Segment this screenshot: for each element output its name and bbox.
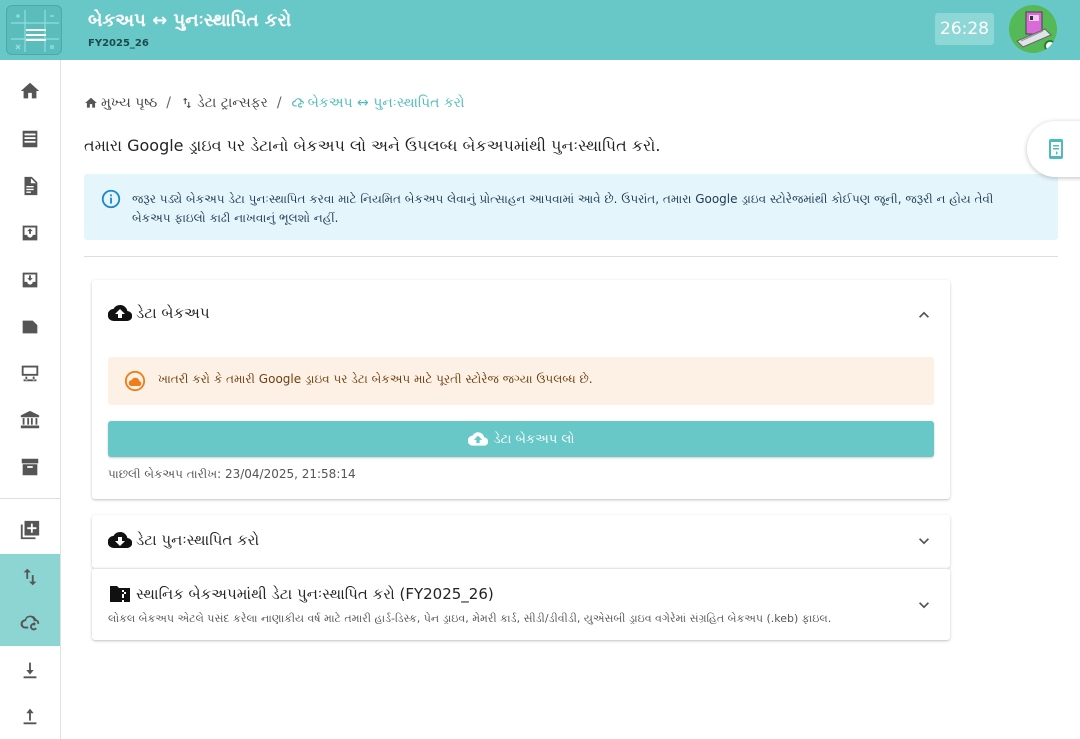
local-restore-panel[interactable]: સ્થાનિક બેકઅપમાંથી ડેટા પુનઃસ્થાપિત કરો … (92, 568, 950, 640)
store-icon (21, 365, 39, 382)
sidebar-item-label[interactable] (0, 304, 60, 350)
cloud-download-icon (108, 531, 132, 549)
app-logo (6, 5, 62, 55)
cloud-sync-icon (291, 98, 304, 108)
list-icon (22, 130, 38, 148)
cloud-warning-icon (124, 370, 146, 392)
breadcrumb: મુખ્ય પૃષ્ઠ / ડેટા ટ્રાન્સફર / બેકઅપ ↔ પ… (84, 95, 464, 111)
sidebar-divider (0, 498, 60, 499)
device-fab-button[interactable] (1027, 121, 1080, 177)
menu-icon (26, 29, 46, 31)
home-icon (20, 82, 40, 99)
inbox-out-icon (22, 272, 38, 288)
avatar[interactable] (1009, 5, 1057, 53)
info-icon (101, 189, 121, 209)
session-timer: 26:28 (935, 13, 994, 45)
phone-sync-icon (1049, 139, 1063, 159)
swap-vert-icon (23, 568, 37, 586)
sidebar-item-inbox-out[interactable] (0, 257, 60, 303)
local-restore-panel-header[interactable]: સ્થાનિક બેકઅપમાંથી ડેટા પુનઃસ્થાપિત કરો … (108, 582, 494, 606)
sidebar-item-bank[interactable] (0, 397, 60, 443)
sidebar-item-library-add[interactable] (0, 507, 60, 553)
chevron-up-icon (919, 311, 929, 318)
expand-button[interactable] (914, 531, 934, 551)
breadcrumb-current: બેકઅપ ↔ પુનઃસ્થાપિત કરો (291, 95, 464, 111)
sidebar-item-list[interactable] (0, 116, 60, 162)
backup-panel: ડેટા બેકઅપ ખાતરી કરો કે તમારી Google ડ્ર… (92, 280, 950, 499)
expand-button[interactable] (914, 595, 934, 615)
backup-panel-title: ડેટા બેકઅપ (136, 304, 210, 322)
breadcrumb-separator: / (276, 95, 282, 111)
restore-panel[interactable]: ડેટા પુનઃસ્થાપિત કરો (92, 515, 950, 568)
breadcrumb-separator: / (166, 95, 172, 111)
info-alert: જરૂર પડ્યે બેકઅપ ડેટા પુનઃસ્થાપિત કરવા મ… (84, 174, 1058, 240)
last-backup-date: પાછલી બેકઅપ તારીખ: 23/04/2025, 21:58:14 (108, 467, 356, 481)
download-icon (23, 662, 37, 679)
library-add-icon (20, 520, 40, 540)
bank-icon (20, 410, 40, 429)
document-icon (24, 176, 38, 196)
financial-year-label: FY2025_26 (88, 38, 149, 49)
upload-icon (23, 708, 37, 725)
page-description: તમારા Google ડ્રાઇવ પર ડેટાનો બેકઅપ લો અ… (84, 136, 661, 155)
storage-warning: ખાતરી કરો કે તમારી Google ડ્રાઇવ પર ડેટા… (108, 357, 934, 405)
storage-warning-text: ખાતરી કરો કે તમારી Google ડ્રાઇવ પર ડેટા… (158, 372, 593, 386)
sidebar-item-download[interactable] (0, 647, 60, 693)
take-backup-label: ડેટા બેકઅપ લો (493, 431, 575, 447)
inbox-in-icon (22, 225, 38, 241)
sidebar-item-archive[interactable] (0, 444, 60, 490)
page-title: બેકઅપ ↔ પુનઃસ્થાપિત કરો (88, 10, 292, 31)
menu-button[interactable] (26, 26, 46, 44)
sidebar (0, 60, 61, 739)
local-restore-panel-title: સ્થાનિક બેકઅપમાંથી ડેટા પુનઃસ્થાપિત કરો … (136, 585, 494, 603)
chevron-down-icon (919, 538, 929, 545)
collapse-button[interactable] (914, 305, 934, 325)
user-computer-icon (1016, 11, 1056, 52)
swap-vert-icon (182, 97, 192, 109)
restore-panel-header[interactable]: ડેટા પુનઃસ્થાપિત કરો (108, 528, 259, 552)
restore-panel-title: ડેટા પુનઃસ્થાપિત કરો (136, 531, 260, 549)
sidebar-item-backup-restore[interactable] (0, 600, 60, 646)
sidebar-item-data-transfer[interactable] (0, 554, 60, 600)
main-content: મુખ્ય પૃષ્ઠ / ડેટા ટ્રાન્સફર / બેકઅપ ↔ પ… (62, 60, 1080, 739)
label-icon (22, 320, 38, 334)
sidebar-item-store[interactable] (0, 350, 60, 396)
local-restore-description: લોકલ બેકઅપ એટલે પસંદ કરેલા નાણાકીય વર્ષ … (108, 612, 832, 625)
take-backup-button[interactable]: ડેટા બેકઅપ લો (108, 421, 934, 457)
info-text: જરૂર પડ્યે બેકઅપ ડેટા પુનઃસ્થાપિત કરવા મ… (132, 192, 994, 225)
breadcrumb-data-transfer[interactable]: ડેટા ટ્રાન્સફર (180, 95, 268, 111)
divider (84, 256, 1058, 257)
app-header: બેકઅપ ↔ પુનઃસ્થાપિત કરો FY2025_26 26:28 (0, 0, 1080, 60)
breadcrumb-home[interactable]: મુખ્ય પૃષ્ઠ (84, 95, 157, 111)
chevron-down-icon (919, 602, 929, 609)
cloud-upload-icon (467, 432, 488, 446)
cloud-upload-icon (108, 304, 132, 322)
folder-zip-icon (110, 586, 130, 602)
sidebar-item-inbox-in[interactable] (0, 210, 60, 256)
backup-panel-header[interactable]: ડેટા બેકઅપ (108, 301, 210, 325)
sidebar-item-upload[interactable] (0, 693, 60, 739)
home-icon (85, 97, 97, 108)
sidebar-item-document[interactable] (0, 163, 60, 209)
cloud-sync-icon (20, 615, 40, 631)
sidebar-item-home[interactable] (0, 68, 60, 114)
archive-icon (21, 458, 39, 476)
